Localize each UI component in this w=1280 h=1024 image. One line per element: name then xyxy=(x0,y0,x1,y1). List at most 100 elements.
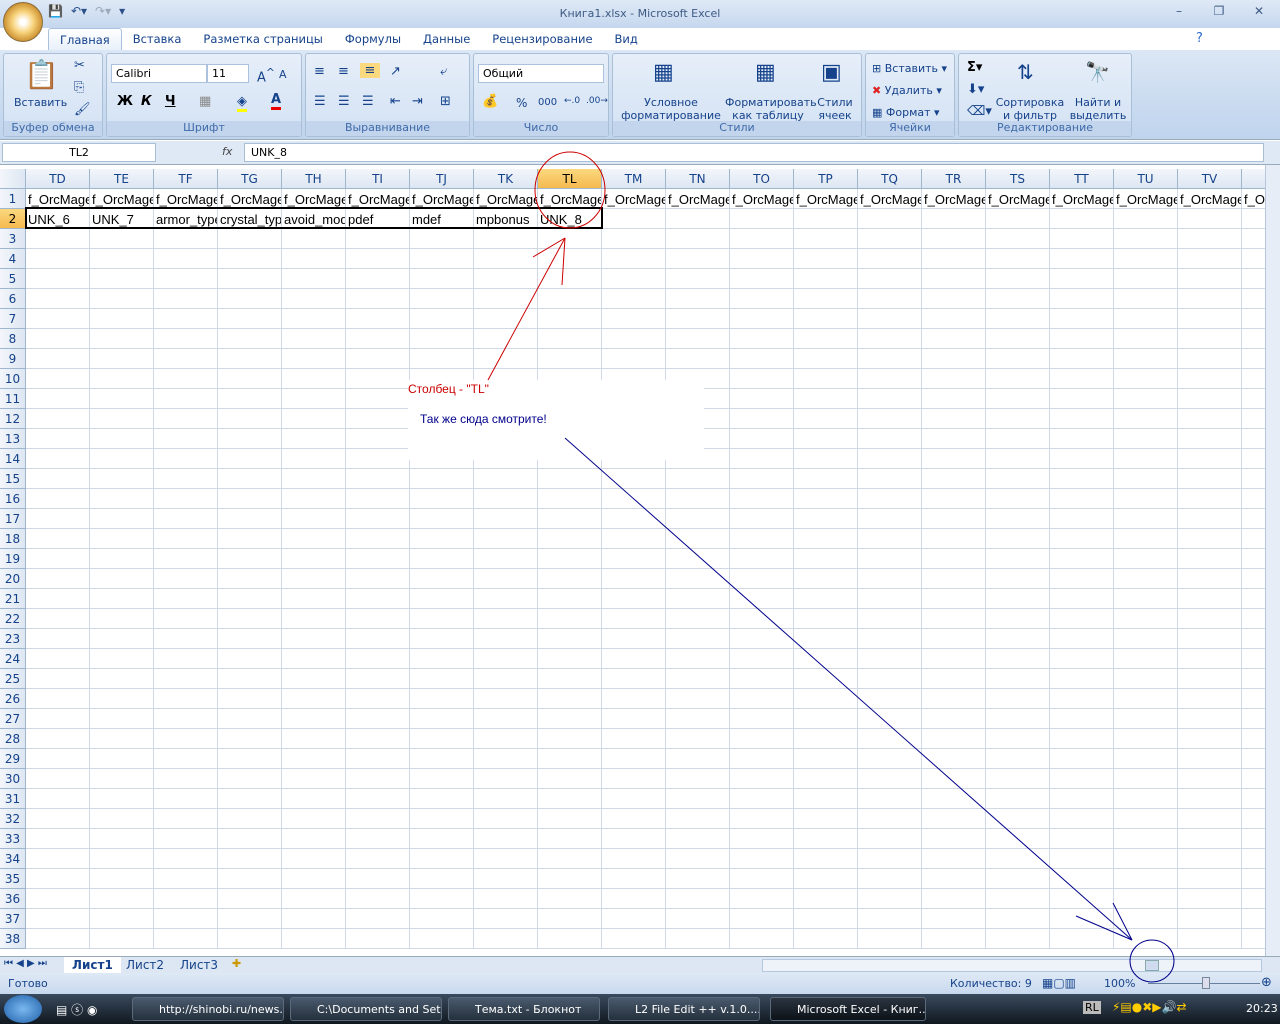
cell[interactable] xyxy=(538,649,602,669)
cell[interactable] xyxy=(730,349,794,369)
cell[interactable] xyxy=(922,589,986,609)
cell[interactable] xyxy=(858,589,922,609)
cell[interactable] xyxy=(986,509,1050,529)
cell[interactable] xyxy=(218,789,282,809)
cell[interactable] xyxy=(1178,349,1242,369)
cell[interactable] xyxy=(410,489,474,509)
cell[interactable] xyxy=(986,869,1050,889)
cell[interactable] xyxy=(602,269,666,289)
cell[interactable] xyxy=(282,469,346,489)
cell[interactable] xyxy=(90,289,154,309)
cell[interactable] xyxy=(986,549,1050,569)
cell[interactable] xyxy=(666,429,730,449)
cell[interactable] xyxy=(1050,889,1114,909)
cell[interactable] xyxy=(346,369,410,389)
cell[interactable] xyxy=(1178,509,1242,529)
cell[interactable] xyxy=(1114,329,1178,349)
cell[interactable] xyxy=(1242,409,1265,429)
cell[interactable] xyxy=(1242,369,1265,389)
cell[interactable] xyxy=(410,549,474,569)
cell[interactable] xyxy=(218,349,282,369)
cell[interactable]: f_OrcMage xyxy=(26,189,90,209)
row-header[interactable]: 32 xyxy=(0,809,26,829)
cell[interactable] xyxy=(90,649,154,669)
cell[interactable] xyxy=(794,209,858,229)
cell[interactable] xyxy=(730,829,794,849)
help-icon[interactable]: ? xyxy=(1196,31,1203,46)
cell[interactable] xyxy=(666,909,730,929)
cell[interactable] xyxy=(474,569,538,589)
cell[interactable] xyxy=(26,829,90,849)
cell[interactable] xyxy=(1242,849,1265,869)
cell[interactable] xyxy=(1050,849,1114,869)
cell[interactable] xyxy=(1242,769,1265,789)
cell[interactable] xyxy=(1050,209,1114,229)
cell[interactable] xyxy=(1114,609,1178,629)
cell[interactable] xyxy=(218,909,282,929)
cell[interactable] xyxy=(922,449,986,469)
cell[interactable] xyxy=(1242,609,1265,629)
cell[interactable] xyxy=(666,229,730,249)
cell[interactable] xyxy=(346,489,410,509)
cell[interactable] xyxy=(794,749,858,769)
cell[interactable] xyxy=(218,269,282,289)
cell[interactable] xyxy=(858,789,922,809)
column-header[interactable]: TD xyxy=(26,169,90,189)
cell[interactable] xyxy=(282,769,346,789)
cell[interactable] xyxy=(218,889,282,909)
cell[interactable] xyxy=(1178,429,1242,449)
cell[interactable] xyxy=(1178,649,1242,669)
cell[interactable] xyxy=(538,329,602,349)
cell[interactable] xyxy=(26,929,90,949)
cell[interactable] xyxy=(794,869,858,889)
cell[interactable] xyxy=(794,349,858,369)
tab-4[interactable]: Данные xyxy=(412,28,481,50)
row-header[interactable]: 9 xyxy=(0,349,26,369)
cell[interactable] xyxy=(282,269,346,289)
cell[interactable]: f_OrcMage xyxy=(1114,189,1178,209)
cell[interactable] xyxy=(26,509,90,529)
cell[interactable] xyxy=(602,289,666,309)
cell[interactable] xyxy=(154,409,218,429)
cell[interactable] xyxy=(218,409,282,429)
cell[interactable] xyxy=(1114,869,1178,889)
format-table-icon[interactable]: ▦ xyxy=(755,60,776,85)
row-header[interactable]: 20 xyxy=(0,569,26,589)
cell[interactable] xyxy=(602,249,666,269)
cell[interactable] xyxy=(1050,489,1114,509)
cell[interactable] xyxy=(282,369,346,389)
cell[interactable] xyxy=(90,629,154,649)
cell[interactable] xyxy=(26,449,90,469)
cell[interactable] xyxy=(1178,329,1242,349)
undo-icon[interactable]: ↶▾ xyxy=(71,4,87,22)
cell[interactable] xyxy=(858,469,922,489)
cell[interactable] xyxy=(666,389,730,409)
cell[interactable] xyxy=(538,509,602,529)
office-button[interactable] xyxy=(3,2,43,42)
cell[interactable] xyxy=(26,649,90,669)
cell[interactable] xyxy=(1114,709,1178,729)
cell[interactable] xyxy=(666,789,730,809)
cell[interactable] xyxy=(282,649,346,669)
cell[interactable] xyxy=(730,929,794,949)
cell[interactable] xyxy=(986,729,1050,749)
tab-6[interactable]: Вид xyxy=(604,28,649,50)
column-header[interactable]: TI xyxy=(346,169,410,189)
cell[interactable] xyxy=(730,609,794,629)
format-painter-icon[interactable]: 🖌 xyxy=(74,102,91,117)
cell[interactable] xyxy=(410,809,474,829)
cell[interactable] xyxy=(154,509,218,529)
cell[interactable] xyxy=(346,809,410,829)
cell[interactable] xyxy=(602,429,666,449)
cell[interactable] xyxy=(474,489,538,509)
cell[interactable] xyxy=(922,469,986,489)
cell[interactable] xyxy=(1242,349,1265,369)
cell[interactable] xyxy=(1114,649,1178,669)
cell[interactable]: f_OrcMage xyxy=(282,189,346,209)
cell[interactable] xyxy=(474,809,538,829)
cell[interactable] xyxy=(794,589,858,609)
cell[interactable] xyxy=(538,929,602,949)
cell[interactable] xyxy=(90,249,154,269)
cell[interactable] xyxy=(282,569,346,589)
save-icon[interactable]: 💾 xyxy=(48,4,63,22)
